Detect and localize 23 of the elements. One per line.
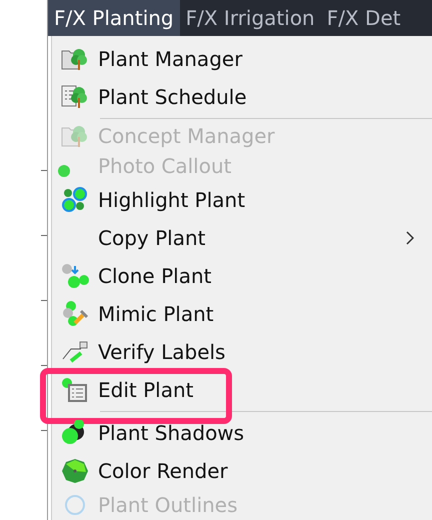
menu-item[interactable]: Plant Shadows xyxy=(52,414,432,452)
dot-icon xyxy=(58,165,70,177)
menu-tab[interactable]: F/X Irrigation xyxy=(180,0,321,36)
mimic-icon xyxy=(61,301,89,327)
circles-icon xyxy=(61,187,89,213)
label-check-icon xyxy=(61,339,89,365)
list-tree-icon xyxy=(61,84,89,110)
menu-tab[interactable]: F/X Det xyxy=(320,0,407,36)
menu-item[interactable]: Plant Manager xyxy=(52,40,432,78)
menu-item[interactable]: Clone Plant xyxy=(52,257,432,295)
menu-tab[interactable]: F/X Planting xyxy=(48,0,180,36)
folder-tree-icon xyxy=(61,123,89,149)
edit-list-icon xyxy=(61,377,89,403)
menu-item[interactable]: Highlight Plant xyxy=(52,181,432,219)
menu-item[interactable]: Edit Plant xyxy=(52,371,432,409)
clone-icon xyxy=(61,263,89,289)
menu-item[interactable]: Copy Plant xyxy=(52,219,432,257)
folder-tree-icon xyxy=(61,46,89,72)
tree-top-icon xyxy=(61,458,89,484)
menu-item[interactable]: Plant Schedule xyxy=(52,78,432,116)
menu-item[interactable]: Verify Labels xyxy=(52,333,432,371)
menu-item[interactable]: Mimic Plant xyxy=(52,295,432,333)
menu-item[interactable]: Color Render xyxy=(52,452,432,490)
